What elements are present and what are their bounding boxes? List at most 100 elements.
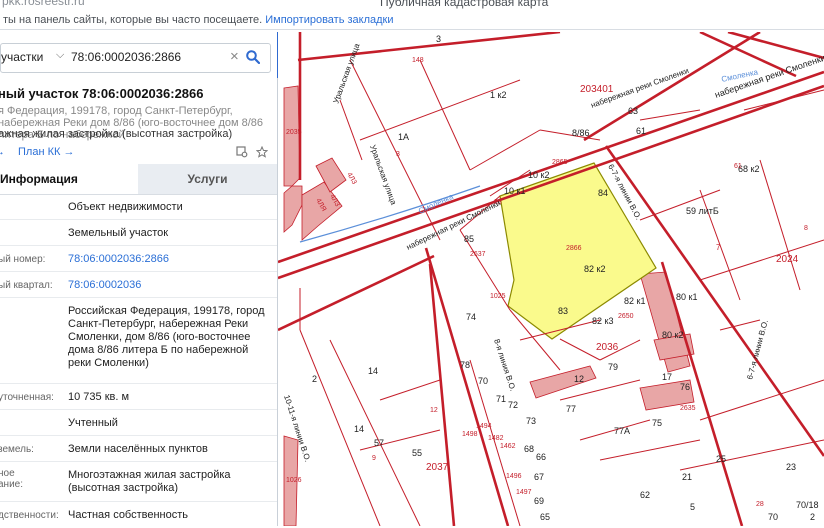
map-label: 1462 [500,443,516,450]
tab-services[interactable]: Услуги [138,164,277,194]
map-label: 23 [786,462,796,472]
map-label: 2037 [426,462,449,473]
map-label: 5 [690,502,695,512]
map-label: 80 к1 [676,292,697,302]
map-label: 70 [478,376,488,386]
map-label: 203401 [580,84,614,95]
attr-row: ное ание: Многоэтажная жилая застройка (… [0,462,277,502]
search-scope-select[interactable]: участки [1,50,43,64]
attr-row: Учтенный [0,410,277,436]
map-label: 10 к2 [528,170,549,180]
attr-value: Многоэтажная жилая застройка (высотная з… [68,469,231,494]
map-label: 1 к2 [490,90,506,100]
details-link[interactable]: → [0,146,5,158]
map-label: 1026 [286,477,302,484]
map-label: 2035 [286,129,302,136]
attr-row: Земельный участок [0,220,277,246]
map-label: 61 [636,126,646,136]
plan-kk-link[interactable]: План КК → [18,146,74,158]
attr-label: дственности: [0,510,59,521]
map-label: 7 [716,243,721,252]
map-label: 2865 [552,159,568,166]
map-label: 10 к1 [504,186,525,196]
attr-row: дственности: Частная собственность [0,502,277,528]
map-label: 14 [354,424,364,434]
attr-value: Объект недвижимости [68,201,183,213]
map-label: 2 [810,512,815,522]
map-label: 83 [558,306,568,316]
map-label: 9 [372,455,376,462]
map-label: 2024 [776,254,799,265]
map-label: 57 [374,438,384,448]
search-box: участки ⌵ × [0,43,271,73]
map-label: 2635 [680,405,696,412]
attr-label: ное ание: [0,468,24,490]
map-label: 85 [464,234,474,244]
map-label: 82 к1 [624,296,645,306]
bookmarks-notice: ты на панель сайты, которые вы часто пос… [3,14,394,26]
parcel-number-label: 2866 [566,245,582,252]
map-label: 28 [756,501,764,508]
bookmarks-text: ты на панель сайты, которые вы часто пос… [3,14,263,26]
chevron-down-icon[interactable]: ⌵ [56,49,64,62]
map-label: 59 литБ [686,206,719,216]
map-label: 148 [412,57,424,64]
map-label: 1025 [490,293,506,300]
map-label: 77 [566,404,576,414]
cadastral-map[interactable]: 3 148 1 к2 1А 3 4ЛЯ 4ЛЗ 4Л3 2035 203401 … [278,32,824,526]
star-icon[interactable] [256,145,269,158]
map-label: 1494 [476,423,492,430]
map-label: 12 [430,407,438,414]
object-use: ажная жилая застройка (высотная застройк… [0,128,233,140]
map-label: 78 [460,360,470,370]
map-label: 77А [614,426,630,436]
map-canvas[interactable]: 3 148 1 к2 1А 3 4ЛЯ 4ЛЗ 4Л3 2035 203401 … [278,32,824,526]
attr-label: ый номер: [0,254,46,265]
map-label: 2637 [470,251,486,258]
map-label: 75 [652,418,662,428]
map-label: 62 [640,490,650,500]
tab-information[interactable]: Информация [0,164,138,194]
search-input[interactable] [71,50,221,64]
attr-label: уточненная: [0,392,54,403]
zoom-to-object-icon[interactable] [236,145,248,158]
map-label: 79 [608,362,618,372]
map-label: 82 к2 [584,264,605,274]
attr-row: ый квартал: 78:06:0002036 [0,272,277,298]
map-label: 14 [368,366,378,376]
cadastral-quarter-link[interactable]: 78:06:0002036 [68,279,273,292]
attr-row: земель: Земли населённых пунктов [0,436,277,462]
map-label: 1497 [516,489,532,496]
attr-label: земель: [0,444,34,455]
attr-row: Объект недвижимости [0,194,277,220]
browser-bar: pkk.rosreestr.ru ты на панель сайты, кот… [0,0,824,30]
map-label: 68 [524,444,534,454]
attr-value: Земельный участок [68,227,169,239]
map-label: 1А [398,132,409,142]
attr-value: Учтенный [68,417,118,429]
address-bar[interactable]: pkk.rosreestr.ru [2,0,85,8]
attr-value: 10 735 кв. м [68,391,130,403]
panel-tabs: Информация Услуги [0,164,277,195]
map-label: 2 [312,374,317,384]
map-label: 73 [526,416,536,426]
map-label: 66 [536,452,546,462]
map-label: 67 [534,472,544,482]
map-label: 25 [716,454,726,464]
map-label: 76 [680,382,690,392]
map-label: 71 [496,394,506,404]
map-label: 74 [466,312,476,322]
map-label: 61 [734,163,742,170]
attr-label: ый квартал: [0,280,53,291]
import-bookmarks-link[interactable]: Импортировать закладки [265,14,393,26]
map-label: 63 [628,106,638,116]
clear-icon[interactable]: × [230,48,239,65]
map-label: 3 [436,34,441,44]
search-icon[interactable] [246,50,261,69]
attr-row: Российская Федерация, 199178, город Санк… [0,298,277,384]
map-label: 8 [804,225,808,232]
map-label: 3 [396,151,400,158]
cadastral-number-link[interactable]: 78:06:0002036:2866 [68,253,273,266]
attr-row: ый номер: 78:06:0002036:2866 [0,246,277,272]
page-title: Публичная кадастровая карта [380,0,549,9]
